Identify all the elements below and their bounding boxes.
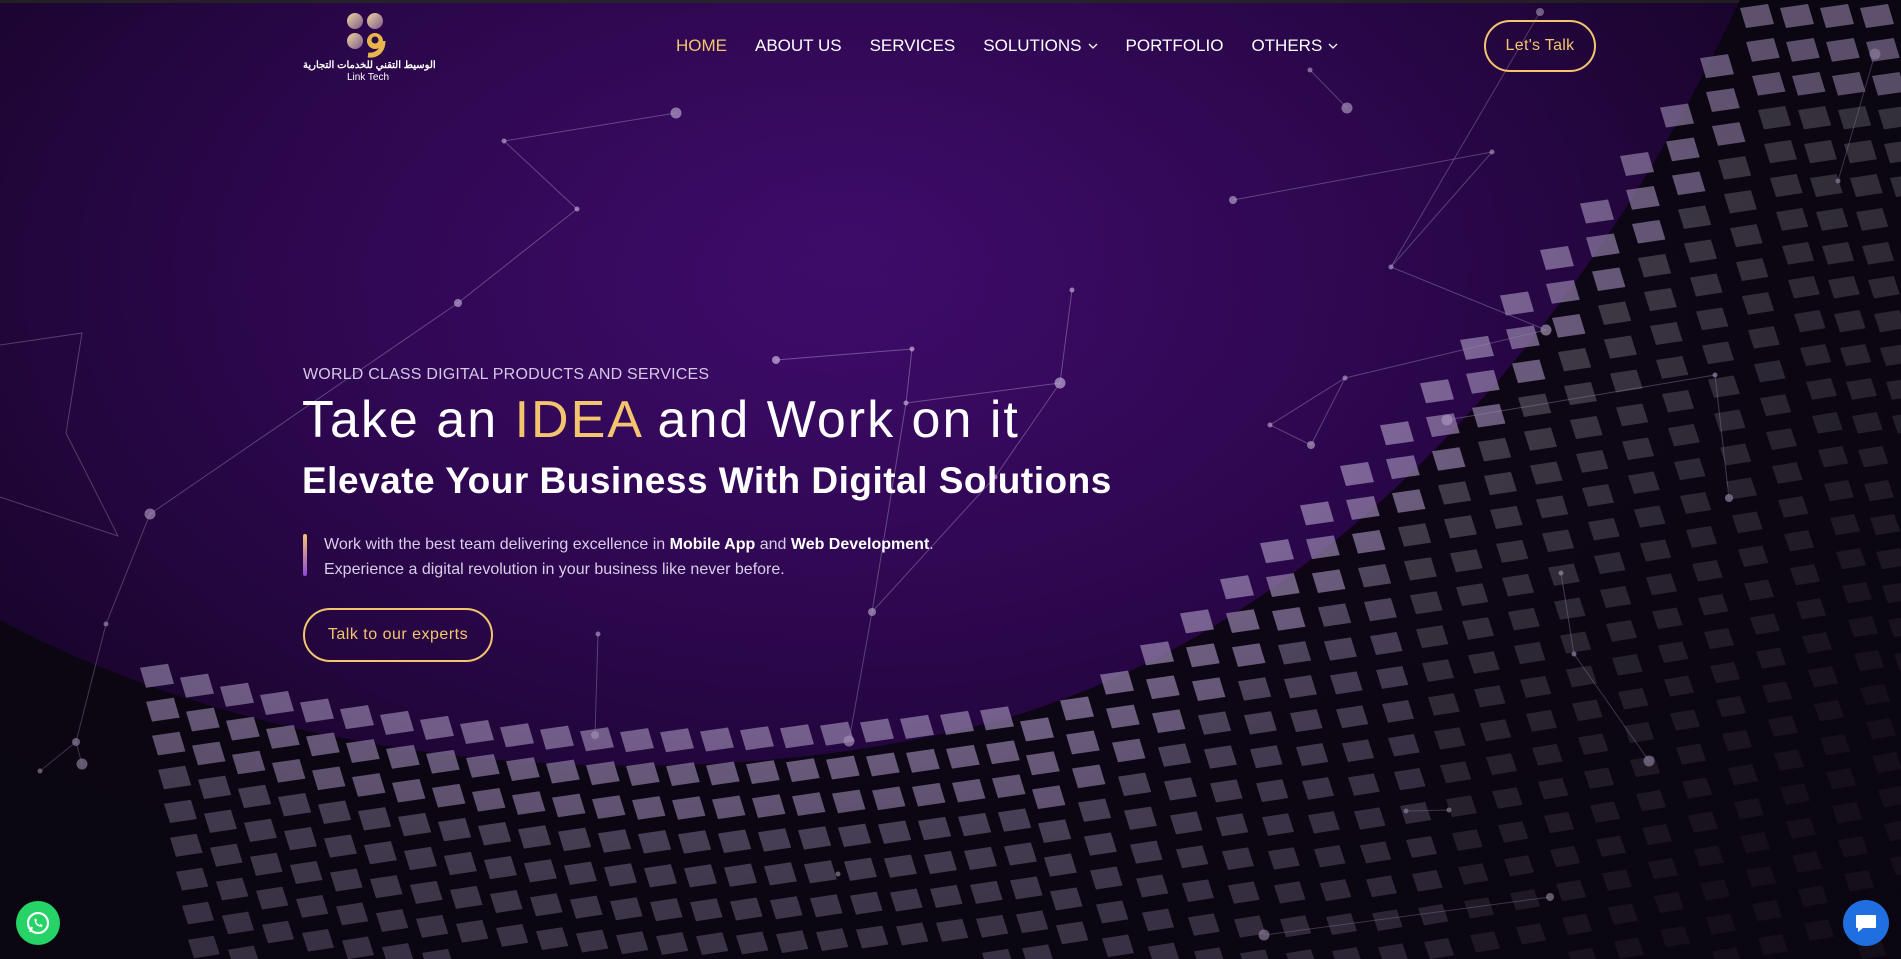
nav-about-us[interactable]: ABOUT US: [755, 36, 842, 56]
chevron-down-icon: [1088, 43, 1097, 49]
nav-others[interactable]: OTHERS: [1251, 36, 1338, 56]
whatsapp-icon: [26, 911, 50, 935]
whatsapp-button[interactable]: [16, 901, 60, 945]
talk-to-experts-button[interactable]: Talk to our experts: [303, 608, 493, 662]
desc-and: and: [755, 536, 791, 553]
chat-button[interactable]: [1843, 900, 1889, 946]
hero-description: Work with the best team delivering excel…: [302, 532, 934, 582]
nav-home-label: HOME: [676, 36, 727, 55]
main-nav: HOME ABOUT US SERVICES SOLUTIONS PORTFOL…: [676, 36, 1338, 56]
desc-line-2: Experience a digital revolution in your …: [324, 561, 785, 578]
chat-bubble-icon: [1856, 915, 1876, 932]
chevron-down-icon: [1328, 43, 1338, 49]
nav-portfolio[interactable]: PORTFOLIO: [1126, 36, 1224, 56]
desc-mobile-app: Mobile App: [669, 536, 756, 553]
nav-services[interactable]: SERVICES: [870, 36, 956, 56]
nav-solutions-label: SOLUTIONS: [983, 36, 1082, 55]
desc-line-1: Work with the best team delivering excel…: [324, 532, 934, 557]
desc-web-development: Web Development: [790, 536, 930, 553]
lets-talk-button[interactable]: Let's Talk: [1484, 20, 1596, 72]
headline-pre: Take an: [302, 391, 515, 449]
hero-headline: Take an IDEA and Work on it: [302, 390, 1020, 450]
hero-eyebrow: WORLD CLASS DIGITAL PRODUCTS AND SERVICE…: [303, 366, 710, 383]
nav-solutions[interactable]: SOLUTIONS: [983, 36, 1097, 56]
desc-text: Work with the best team delivering excel…: [324, 536, 670, 553]
logo-mark-icon: [347, 13, 386, 58]
headline-post: and Work on it: [641, 391, 1020, 449]
brand-name-english: Link Tech: [346, 72, 390, 83]
nav-about-label: ABOUT US: [755, 36, 842, 55]
nav-services-label: SERVICES: [869, 36, 956, 55]
desc-period: .: [929, 536, 934, 553]
headline-highlight: IDEA: [514, 391, 642, 449]
brand-name-arabic: الوسيط التقني للخدمات التجارية: [303, 60, 436, 71]
brand-logo[interactable]: الوسيط التقني للخدمات التجارية Link Tech: [303, 10, 436, 88]
nav-portfolio-label: PORTFOLIO: [1125, 36, 1224, 55]
hero-subheading: Elevate Your Business With Digital Solut…: [302, 460, 1112, 501]
nav-home[interactable]: HOME: [676, 36, 727, 56]
nav-others-label: OTHERS: [1251, 36, 1323, 55]
